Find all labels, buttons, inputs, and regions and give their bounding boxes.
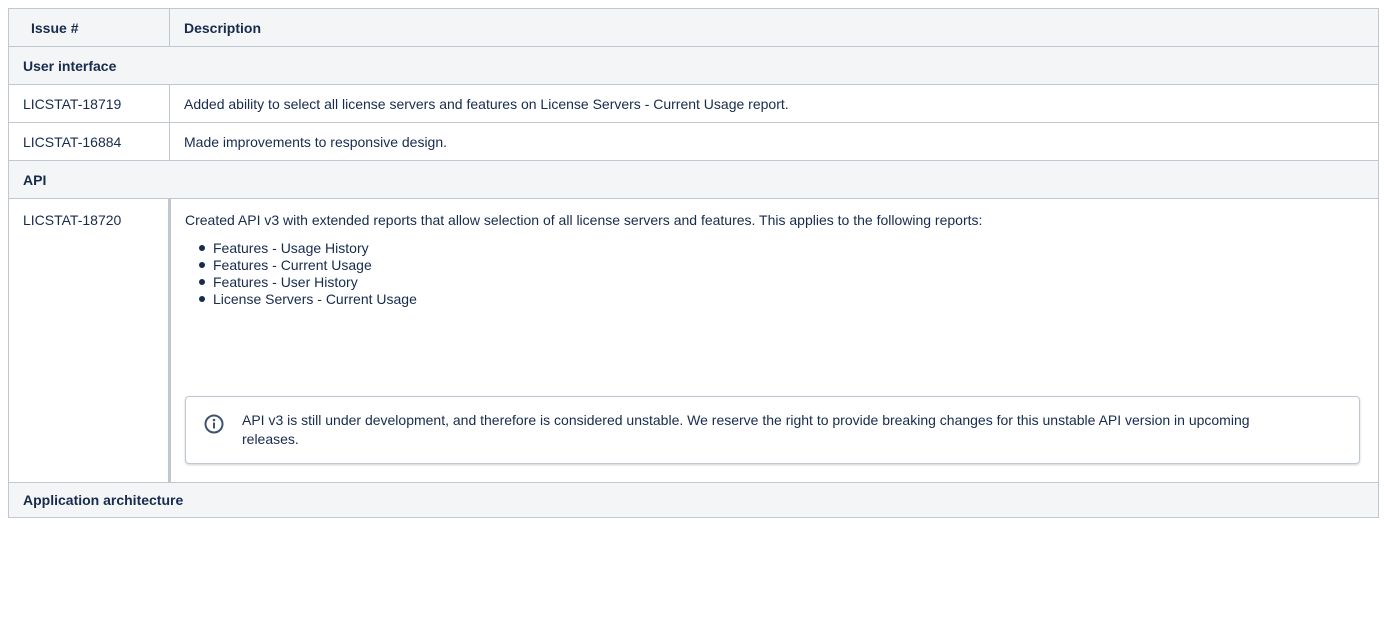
table-row: LICSTAT-18720 Created API v3 with extend… — [8, 198, 1379, 483]
section-title-application-architecture: Application architecture — [8, 482, 1379, 518]
list-item: Features - Current Usage — [199, 257, 1364, 274]
issue-description-cell: Created API v3 with extended reports tha… — [169, 198, 1379, 483]
section-row-user-interface: User interface — [8, 46, 1379, 85]
table-header-row: Issue # Description — [8, 8, 1379, 47]
section-title-api: API — [8, 160, 1379, 199]
release-notes-container: Issue # Description User interface LICST… — [8, 8, 1379, 518]
column-header-issue: Issue # — [8, 8, 170, 47]
bullet-icon — [199, 279, 205, 285]
bullet-icon — [199, 262, 205, 268]
section-row-application-architecture: Application architecture — [8, 482, 1379, 518]
issue-description: Made improvements to responsive design. — [169, 122, 1379, 161]
info-icon — [204, 414, 224, 434]
list-item-label: License Servers - Current Usage — [213, 291, 417, 307]
list-item: License Servers - Current Usage — [199, 291, 1364, 308]
list-item: Features - User History — [199, 274, 1364, 291]
table-row: LICSTAT-16884 Made improvements to respo… — [8, 122, 1379, 161]
list-item: Features - Usage History — [199, 240, 1364, 257]
issues-table: Issue # Description User interface LICST… — [8, 8, 1379, 518]
issue-id: LICSTAT-18719 — [8, 84, 170, 123]
issue-description: Added ability to select all license serv… — [169, 84, 1379, 123]
report-list: Features - Usage History Features - Curr… — [185, 240, 1364, 308]
list-item-label: Features - User History — [213, 274, 358, 290]
issue-id: LICSTAT-16884 — [8, 122, 170, 161]
bullet-icon — [199, 245, 205, 251]
info-note-panel: API v3 is still under development, and t… — [185, 396, 1360, 464]
table-row: LICSTAT-18719 Added ability to select al… — [8, 84, 1379, 123]
list-item-label: Features - Current Usage — [213, 257, 372, 273]
bullet-icon — [199, 296, 205, 302]
issue-description: Created API v3 with extended reports tha… — [185, 212, 983, 228]
section-title-user-interface: User interface — [8, 46, 1379, 85]
info-note-text: API v3 is still under development, and t… — [242, 412, 1250, 447]
list-item-label: Features - Usage History — [213, 240, 369, 256]
issue-id: LICSTAT-18720 — [8, 198, 171, 483]
section-row-api: API — [8, 160, 1379, 199]
column-header-description: Description — [169, 8, 1379, 47]
